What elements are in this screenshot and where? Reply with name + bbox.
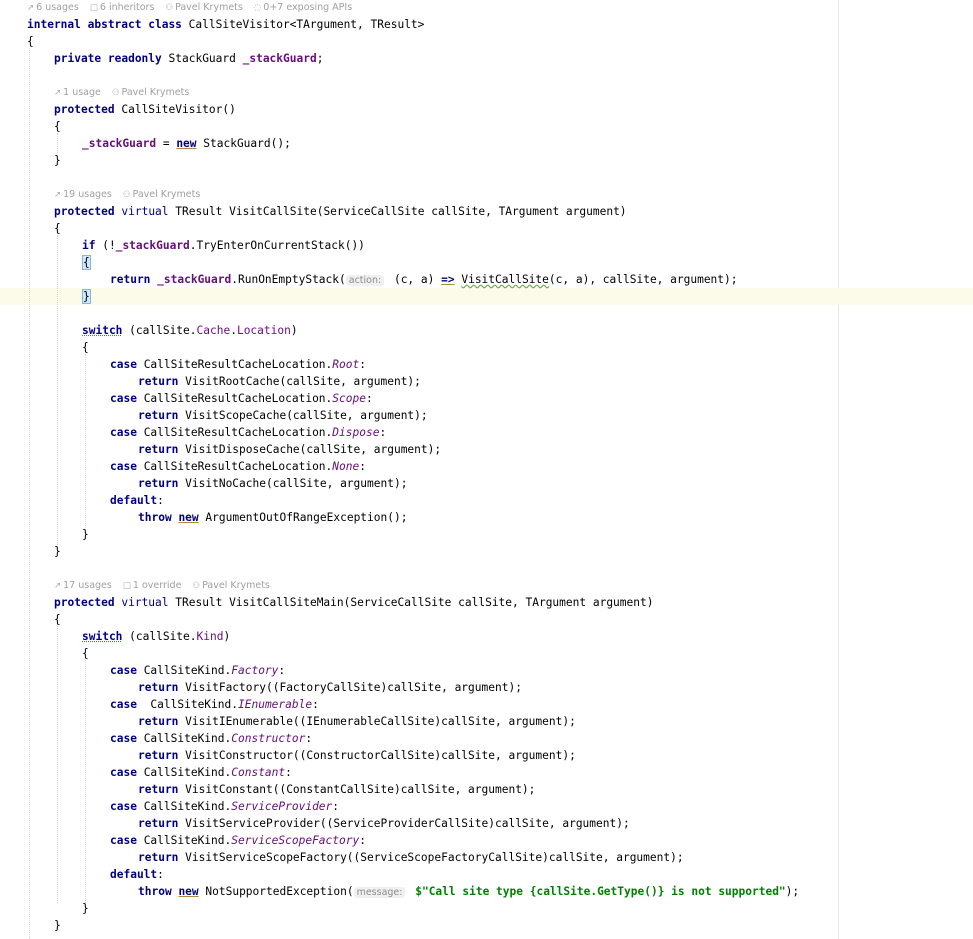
code-line[interactable]: protected virtual TResult VisitCallSite(… [54, 203, 627, 220]
usages-icon: ↗ [54, 88, 62, 98]
matched-brace: { [82, 255, 91, 270]
code-line[interactable]: case CallSiteKind.ServiceScopeFactory: [110, 832, 366, 849]
code-line[interactable]: { [54, 220, 61, 237]
code-line[interactable]: } [54, 543, 61, 560]
code-editor[interactable]: ↗ 6 usages □ 6 inheritors ⚇ Pavel Krymets ◌… [0, 0, 973, 939]
code-line[interactable]: case CallSiteKind.Constant: [110, 764, 292, 781]
exposing-apis-hint[interactable]: ◌ 0+7 exposing APIs [254, 1, 352, 15]
code-line[interactable]: protected CallSiteVisitor() [54, 101, 236, 118]
person-icon: ⚇ [165, 3, 174, 13]
code-line[interactable]: return _stackGuard.RunOnEmptyStack(actio… [110, 271, 738, 288]
codevision-visitcallsite[interactable]: ↗ 19 usages ⚇ Pavel Krymets [54, 188, 208, 202]
code-line[interactable]: case CallSiteResultCacheLocation.None: [110, 458, 366, 475]
author-hint[interactable]: ⚇ Pavel Krymets [192, 579, 269, 593]
code-line[interactable]: } [54, 152, 61, 169]
code-line[interactable]: case CallSiteKind.ServiceProvider: [110, 798, 339, 815]
code-line[interactable]: case CallSiteResultCacheLocation.Dispose… [110, 424, 386, 441]
code-line[interactable]: case CallSiteResultCacheLocation.Root: [110, 356, 366, 373]
matched-brace-caret: } [82, 289, 91, 304]
code-line[interactable]: if (!_stackGuard.TryEnterOnCurrentStack(… [82, 237, 365, 254]
override-hint[interactable]: □ 1 override [123, 579, 182, 593]
override-icon: □ [122, 581, 131, 591]
codevision-ctor[interactable]: ↗ 1 usage ⚇ Pavel Krymets [54, 86, 197, 100]
indent-guide [57, 235, 58, 545]
code-line[interactable]: _stackGuard = new StackGuard(); [82, 135, 291, 152]
code-line[interactable]: return VisitDisposeCache(callSite, argum… [138, 441, 441, 458]
code-line[interactable]: { [54, 118, 61, 135]
author-hint[interactable]: ⚇ Pavel Krymets [112, 86, 189, 100]
usages-icon: ↗ [54, 190, 62, 200]
code-line[interactable]: { [54, 611, 61, 628]
parameter-hint: message: [353, 887, 406, 898]
inheritors-icon: □ [89, 3, 98, 13]
code-line[interactable]: return VisitConstructor((ConstructorCall… [138, 747, 576, 764]
usages-icon: ↗ [27, 3, 35, 13]
code-line[interactable]: return VisitRootCache(callSite, argument… [138, 373, 421, 390]
code-line[interactable]: return VisitServiceScopeFactory((Service… [138, 849, 684, 866]
code-line[interactable]: case CallSiteResultCacheLocation.Scope: [110, 390, 373, 407]
usages-hint[interactable]: ↗ 19 usages [54, 188, 112, 202]
usages-hint[interactable]: ↗ 6 usages [27, 1, 79, 15]
code-line[interactable]: { [27, 33, 34, 50]
code-line[interactable]: return VisitScopeCache(callSite, argumen… [138, 407, 428, 424]
current-line-highlight [0, 288, 973, 305]
code-line[interactable]: return VisitIEnumerable((IEnumerableCall… [138, 713, 576, 730]
code-line[interactable]: default: [110, 492, 164, 509]
code-line[interactable]: switch (callSite.Kind) [82, 628, 230, 645]
code-line[interactable]: return VisitNoCache(callSite, argument); [138, 475, 407, 492]
person-icon: ⚇ [111, 88, 120, 98]
author-hint[interactable]: ⚇ Pavel Krymets [123, 188, 200, 202]
code-line[interactable]: protected virtual TResult VisitCallSiteM… [54, 594, 653, 611]
code-line[interactable]: switch (callSite.Cache.Location) [82, 322, 298, 339]
code-line[interactable]: } [82, 526, 89, 543]
code-line[interactable]: { [82, 254, 91, 271]
person-icon: ⚇ [122, 190, 131, 200]
indent-guide [85, 660, 86, 903]
code-line[interactable]: { [82, 339, 89, 356]
codevision-visitcallsitemain[interactable]: ↗ 17 usages □ 1 override ⚇ Pavel Krymets [54, 579, 278, 593]
code-line[interactable]: return VisitServiceProvider((ServiceProv… [138, 815, 630, 832]
code-line[interactable]: throw new NotSupportedException(message:… [138, 883, 799, 900]
code-line[interactable]: private readonly StackGuard _stackGuard; [54, 50, 323, 67]
right-margin-guide [838, 0, 839, 939]
indent-guide [85, 354, 86, 528]
code-line[interactable]: throw new ArgumentOutOfRangeException(); [138, 509, 407, 526]
code-line[interactable]: { [82, 645, 89, 662]
code-line[interactable]: case CallSiteKind.IEnumerable: [110, 696, 319, 713]
code-line[interactable]: return VisitFactory((FactoryCallSite)cal… [138, 679, 522, 696]
code-line[interactable]: case CallSiteKind.Constructor: [110, 730, 312, 747]
parameter-hint: action: [345, 275, 385, 286]
code-line[interactable]: default: [110, 866, 164, 883]
api-icon: ◌ [253, 3, 262, 13]
code-line[interactable]: case CallSiteKind.Factory: [110, 662, 285, 679]
usages-hint[interactable]: ↗ 17 usages [54, 579, 112, 593]
inheritors-hint[interactable]: □ 6 inheritors [90, 1, 155, 15]
code-line[interactable]: return VisitConstant((ConstantCallSite)c… [138, 781, 535, 798]
author-hint[interactable]: ⚇ Pavel Krymets [165, 1, 242, 15]
usages-hint[interactable]: ↗ 1 usage [54, 86, 101, 100]
code-line[interactable]: } [82, 900, 89, 917]
code-line[interactable]: internal abstract class CallSiteVisitor<… [27, 16, 424, 33]
codevision-class[interactable]: ↗ 6 usages □ 6 inheritors ⚇ Pavel Krymets ◌… [27, 1, 360, 15]
usages-icon: ↗ [54, 581, 62, 591]
indent-guide [57, 626, 58, 903]
indent-guide [29, 48, 30, 939]
indent-guide [57, 133, 58, 153]
person-icon: ⚇ [192, 581, 201, 591]
code-line[interactable]: } [54, 917, 61, 934]
code-line[interactable]: } [82, 288, 91, 305]
